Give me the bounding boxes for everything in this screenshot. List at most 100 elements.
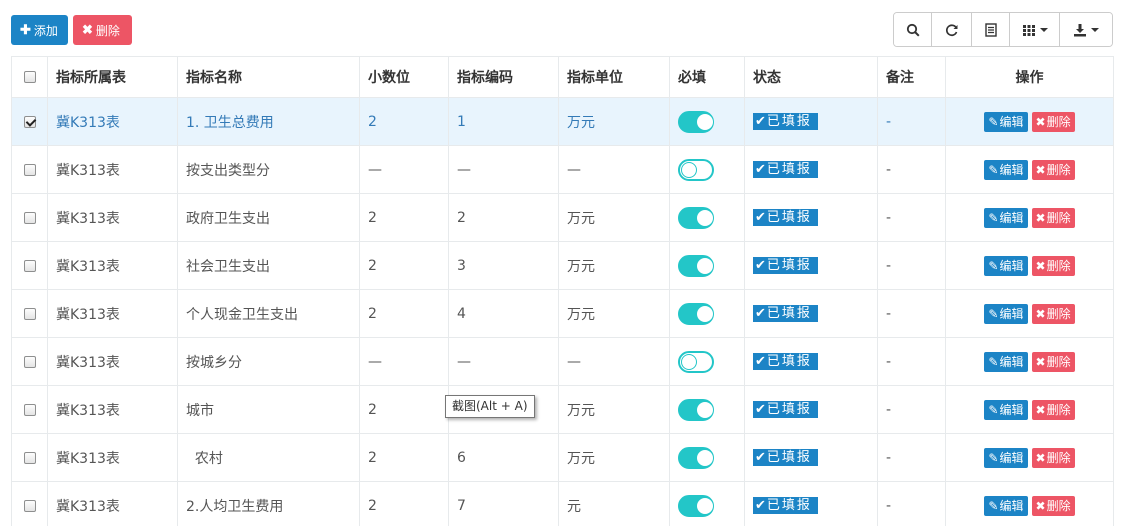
row-select-cell[interactable] <box>11 193 48 242</box>
table-row[interactable]: 冀K313表 按城乡分 — — — ✔已填报 - ✎编辑 ✖删除 <box>11 337 1114 386</box>
col-header[interactable]: 指标单位 <box>558 56 670 98</box>
search-button[interactable] <box>894 13 932 46</box>
row-delete-button[interactable]: ✖删除 <box>1031 351 1075 372</box>
cell-required <box>669 433 745 482</box>
row-checkbox[interactable] <box>23 451 36 464</box>
select-all-checkbox[interactable] <box>23 71 36 83</box>
toggle-view-icon <box>984 22 997 37</box>
edit-button[interactable]: ✎编辑 <box>984 399 1028 420</box>
table-row[interactable]: 冀K313表 城市 2 万元 ✔已填报 - ✎编辑 ✖删除 <box>11 385 1114 434</box>
required-toggle[interactable] <box>678 254 714 277</box>
col-header[interactable]: 小数位 <box>359 56 449 98</box>
row-delete-button[interactable]: ✖删除 <box>1031 255 1075 276</box>
required-toggle[interactable] <box>678 206 714 229</box>
col-header[interactable]: 必填 <box>669 56 745 98</box>
edit-button[interactable]: ✎编辑 <box>984 447 1028 468</box>
cell-table: 冀K313表 <box>47 481 178 526</box>
row-delete-button[interactable]: ✖删除 <box>1031 207 1075 228</box>
cell-name: 按支出类型分 <box>177 145 360 194</box>
row-checkbox[interactable] <box>23 307 36 320</box>
col-header[interactable]: 备注 <box>877 56 946 98</box>
row-delete-button[interactable]: ✖删除 <box>1031 447 1075 468</box>
row-select-cell[interactable] <box>11 481 48 526</box>
col-header[interactable]: 状态 <box>744 56 878 98</box>
required-toggle[interactable] <box>678 110 714 133</box>
delete-button[interactable]: ✖ 删除 <box>73 15 132 45</box>
row-select-cell[interactable] <box>11 97 48 146</box>
edit-button[interactable]: ✎编辑 <box>984 351 1028 372</box>
edit-button[interactable]: ✎编辑 <box>984 207 1028 228</box>
add-button[interactable]: ✚ 添加 <box>11 15 68 45</box>
cell-name: 农村 <box>177 433 360 482</box>
table-row[interactable]: 冀K313表 个人现金卫生支出 2 4 万元 ✔已填报 - ✎编辑 ✖删除 <box>11 289 1114 338</box>
row-delete-button[interactable]: ✖删除 <box>1031 159 1075 180</box>
row-checkbox[interactable] <box>23 259 36 272</box>
cell-unit: — <box>558 337 670 386</box>
row-delete-button[interactable]: ✖删除 <box>1031 303 1075 324</box>
close-icon: ✖ <box>1035 498 1046 513</box>
check-icon: ✔ <box>755 402 766 417</box>
toggle-view-button[interactable] <box>972 13 1010 46</box>
select-all-cell[interactable] <box>11 56 48 98</box>
edit-label: 编辑 <box>999 258 1024 273</box>
row-select-cell[interactable] <box>11 385 48 434</box>
edit-button[interactable]: ✎编辑 <box>984 255 1028 276</box>
table-row[interactable]: 冀K313表 社会卫生支出 2 3 万元 ✔已填报 - ✎编辑 ✖删除 <box>11 241 1114 290</box>
export-dropdown[interactable] <box>1060 13 1112 46</box>
row-delete-button[interactable]: ✖删除 <box>1031 399 1075 420</box>
table-row[interactable]: 冀K313表 2.人均卫生费用 2 7 元 ✔已填报 - ✎编辑 ✖删除 <box>11 481 1114 526</box>
col-header[interactable]: 指标名称 <box>177 56 360 98</box>
col-header[interactable]: 指标所属表 <box>47 56 178 98</box>
row-select-cell[interactable] <box>11 289 48 338</box>
close-icon: ✖ <box>1035 258 1046 273</box>
row-checkbox[interactable] <box>23 115 36 128</box>
cell-table: 冀K313表 <box>47 145 178 194</box>
table-row[interactable]: 冀K313表 政府卫生支出 2 2 万元 ✔已填报 - ✎编辑 ✖删除 <box>11 193 1114 242</box>
required-toggle[interactable] <box>678 158 714 181</box>
cell-unit: 万元 <box>558 385 670 434</box>
row-checkbox[interactable] <box>23 499 36 512</box>
cell-status: ✔已填报 <box>744 433 878 482</box>
required-toggle[interactable] <box>678 446 714 469</box>
table-row[interactable]: 冀K313表 农村 2 6 万元 ✔已填报 - ✎编辑 ✖删除 <box>11 433 1114 482</box>
required-toggle[interactable] <box>678 398 714 421</box>
row-checkbox[interactable] <box>23 403 36 416</box>
row-delete-button[interactable]: ✖删除 <box>1031 111 1075 132</box>
table-tools <box>893 12 1113 47</box>
row-checkbox[interactable] <box>23 355 36 368</box>
refresh-button[interactable] <box>932 13 972 46</box>
row-checkbox[interactable] <box>23 211 36 224</box>
col-header[interactable]: 指标编码 <box>448 56 559 98</box>
row-select-cell[interactable] <box>11 337 48 386</box>
edit-button[interactable]: ✎编辑 <box>984 303 1028 324</box>
edit-button[interactable]: ✎编辑 <box>984 495 1028 516</box>
status-badge: ✔已填报 <box>753 449 818 466</box>
search-icon <box>906 23 920 37</box>
cell-name: 按城乡分 <box>177 337 360 386</box>
cell-required <box>669 241 745 290</box>
toggle-knob <box>681 161 697 178</box>
row-delete-button[interactable]: ✖删除 <box>1031 495 1075 516</box>
required-toggle[interactable] <box>678 350 714 373</box>
row-checkbox[interactable] <box>23 163 36 176</box>
required-toggle[interactable] <box>678 302 714 325</box>
cell-code: 7 <box>448 481 559 526</box>
columns-dropdown[interactable] <box>1010 13 1060 46</box>
cell-code: 4 <box>448 289 559 338</box>
required-toggle[interactable] <box>678 494 714 517</box>
cell-name: 个人现金卫生支出 <box>177 289 360 338</box>
table-row[interactable]: 冀K313表 按支出类型分 — — — ✔已填报 - ✎编辑 ✖删除 <box>11 145 1114 194</box>
cell-table: 冀K313表 <box>47 385 178 434</box>
edit-button[interactable]: ✎编辑 <box>984 111 1028 132</box>
cell-actions: ✎编辑 ✖删除 <box>945 481 1114 526</box>
row-select-cell[interactable] <box>11 145 48 194</box>
table-row[interactable]: 冀K313表 1. 卫生总费用 2 1 万元 ✔已填报 - ✎编辑 ✖删除 <box>11 97 1114 146</box>
row-select-cell[interactable] <box>11 433 48 482</box>
cell-status: ✔已填报 <box>744 289 878 338</box>
toggle-knob <box>697 401 713 418</box>
edit-button[interactable]: ✎编辑 <box>984 159 1028 180</box>
close-icon: ✖ <box>1035 306 1046 321</box>
cell-code: — <box>448 145 559 194</box>
status-text: 已填报 <box>766 114 812 129</box>
row-select-cell[interactable] <box>11 241 48 290</box>
